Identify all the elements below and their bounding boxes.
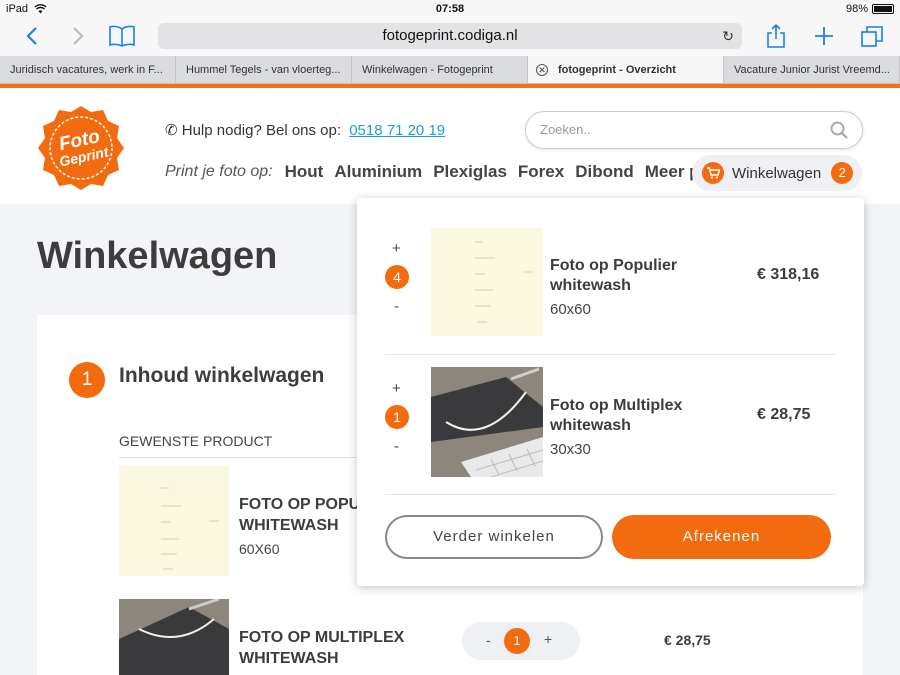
site-header: Foto Geprint ✆ Hulp nodig? Bel ons op: 0… — [0, 88, 900, 204]
dropdown-thumbnail-populier[interactable] — [431, 228, 543, 336]
tab-overzicht[interactable]: ✕ fotogeprint - Overzicht — [528, 56, 724, 83]
phone-icon: ✆ — [165, 122, 178, 139]
photo-image — [119, 599, 229, 675]
tab-label: Hummel Tegels - van vloerteg... — [186, 64, 341, 76]
increase-button[interactable]: + — [544, 631, 552, 647]
tab-label: Vacature Junior Jurist Vreemd... — [734, 64, 890, 76]
main-nav: Print je foto op: Hout Aluminium Plexigl… — [165, 162, 738, 182]
site-logo[interactable]: Foto Geprint — [36, 104, 126, 192]
battery-percent: 98% — [845, 3, 868, 15]
increase-button[interactable]: + — [392, 240, 401, 257]
decrease-button[interactable]: - — [486, 632, 491, 648]
dropdown-product-price: € 318,16 — [757, 266, 820, 283]
tab-strip: Juridisch vacatures, werk in F... Hummel… — [0, 56, 900, 84]
url-text: fotogeprint.codiga.nl — [382, 27, 518, 44]
reload-icon[interactable]: ↻ — [722, 23, 734, 49]
increase-button[interactable]: + — [392, 380, 401, 397]
url-bar[interactable]: fotogeprint.codiga.nl ↻ — [158, 23, 742, 49]
browser-toolbar: fotogeprint.codiga.nl ↻ — [0, 18, 900, 56]
tab-label: fotogeprint - Overzicht — [558, 64, 676, 76]
cart-count-badge: 2 — [831, 162, 854, 184]
forward-icon[interactable] — [64, 22, 92, 50]
divider — [385, 494, 835, 495]
cart-label: Winkelwagen — [732, 164, 822, 182]
row-name-line1: FOTO OP POPU — [239, 496, 361, 513]
battery-icon — [872, 4, 894, 14]
tabs-overview-icon[interactable] — [858, 22, 886, 50]
tab-label: Juridisch vacatures, werk in F... — [10, 64, 163, 76]
dropdown-product-size: 60x60 — [550, 301, 591, 318]
continue-shopping-button[interactable]: Verder winkelen — [385, 515, 603, 559]
search-input[interactable]: Zoeken.. — [525, 111, 863, 149]
product-name-line2: whitewash — [550, 277, 631, 294]
photo-image — [431, 367, 543, 477]
step-title: Inhoud winkelwagen — [119, 364, 325, 387]
product-thumbnail-multiplex[interactable] — [119, 599, 229, 675]
quantity-value: 4 — [385, 265, 409, 289]
nav-item-hout[interactable]: Hout — [285, 162, 324, 182]
row-name-line2: WHITEWASH — [239, 650, 339, 667]
quantity-stepper: - 1 + — [462, 622, 580, 660]
bookmarks-icon[interactable] — [108, 22, 136, 50]
divider — [385, 354, 835, 355]
dropdown-product-price: € 28,75 — [757, 406, 811, 423]
tab-label: Winkelwagen - Fotogeprint — [362, 64, 493, 76]
product-name-line1: Foto op Multiplex — [550, 397, 683, 414]
status-bar: iPad 07:58 98% — [0, 0, 900, 18]
nav-item-aluminium[interactable]: Aluminium — [334, 162, 422, 182]
tab-winkelwagen[interactable]: Winkelwagen - Fotogeprint — [352, 56, 528, 83]
dropdown-product-size: 30x30 — [550, 441, 591, 458]
phone-link[interactable]: 0518 71 20 19 — [349, 122, 445, 139]
column-header: GEWENSTE PRODUCT — [119, 433, 273, 449]
poster-image — [475, 241, 533, 323]
row-name-line2: WHITEWASH — [239, 517, 339, 534]
quantity-value: 1 — [385, 405, 409, 429]
cart-icon — [702, 162, 724, 184]
search-placeholder: Zoeken.. — [540, 122, 591, 137]
nav-label: Print je foto op: — [165, 163, 273, 180]
product-name-line2: whitewash — [550, 417, 631, 434]
row-price: € 28,75 — [664, 632, 711, 648]
close-tab-icon[interactable]: ✕ — [536, 64, 548, 76]
clock: 07:58 — [435, 3, 465, 15]
tab-vacature[interactable]: Vacature Junior Jurist Vreemd... — [724, 56, 900, 83]
dropdown-thumbnail-multiplex[interactable] — [431, 367, 543, 477]
decrease-button[interactable]: - — [394, 438, 399, 455]
dropdown-product-name: Foto op Multiplex whitewash — [550, 396, 682, 436]
tab-hummel[interactable]: Hummel Tegels - van vloerteg... — [176, 56, 352, 83]
product-name-line1: Foto op Populier — [550, 257, 678, 274]
share-icon[interactable] — [762, 22, 790, 50]
help-line: ✆ Hulp nodig? Bel ons op: 0518 71 20 19 — [165, 121, 445, 139]
step-number: 1 — [69, 362, 105, 398]
dropdown-product-name: Foto op Populier whitewash — [550, 256, 677, 296]
poster-image — [161, 487, 219, 570]
quantity-value: 1 — [504, 628, 530, 654]
new-tab-icon[interactable] — [810, 22, 838, 50]
row-product-name: FOTO OP MULTIPLEX WHITEWASH — [239, 627, 404, 669]
page-title: Winkelwagen — [37, 235, 278, 277]
search-icon[interactable] — [830, 121, 848, 139]
nav-item-forex[interactable]: Forex — [518, 162, 564, 182]
tab-juridisch[interactable]: Juridisch vacatures, werk in F... — [0, 56, 176, 83]
nav-item-dibond[interactable]: Dibond — [575, 162, 634, 182]
help-text: Hulp nodig? Bel ons op: — [181, 122, 342, 139]
row-product-size: 60X60 — [239, 541, 280, 557]
mini-cart-dropdown: + 4 - Foto op Populier whitewash 60x60 €… — [357, 198, 864, 586]
decrease-button[interactable]: - — [394, 298, 399, 315]
product-thumbnail-populier[interactable] — [119, 466, 229, 576]
row-name-line1: FOTO OP MULTIPLEX — [239, 629, 405, 646]
cart-button[interactable]: Winkelwagen 2 — [692, 155, 862, 191]
row-product-name: FOTO OP POPU WHITEWASH — [239, 494, 360, 536]
back-icon[interactable] — [18, 22, 46, 50]
nav-item-plexiglas[interactable]: Plexiglas — [433, 162, 507, 182]
checkout-button[interactable]: Afrekenen — [612, 515, 831, 559]
